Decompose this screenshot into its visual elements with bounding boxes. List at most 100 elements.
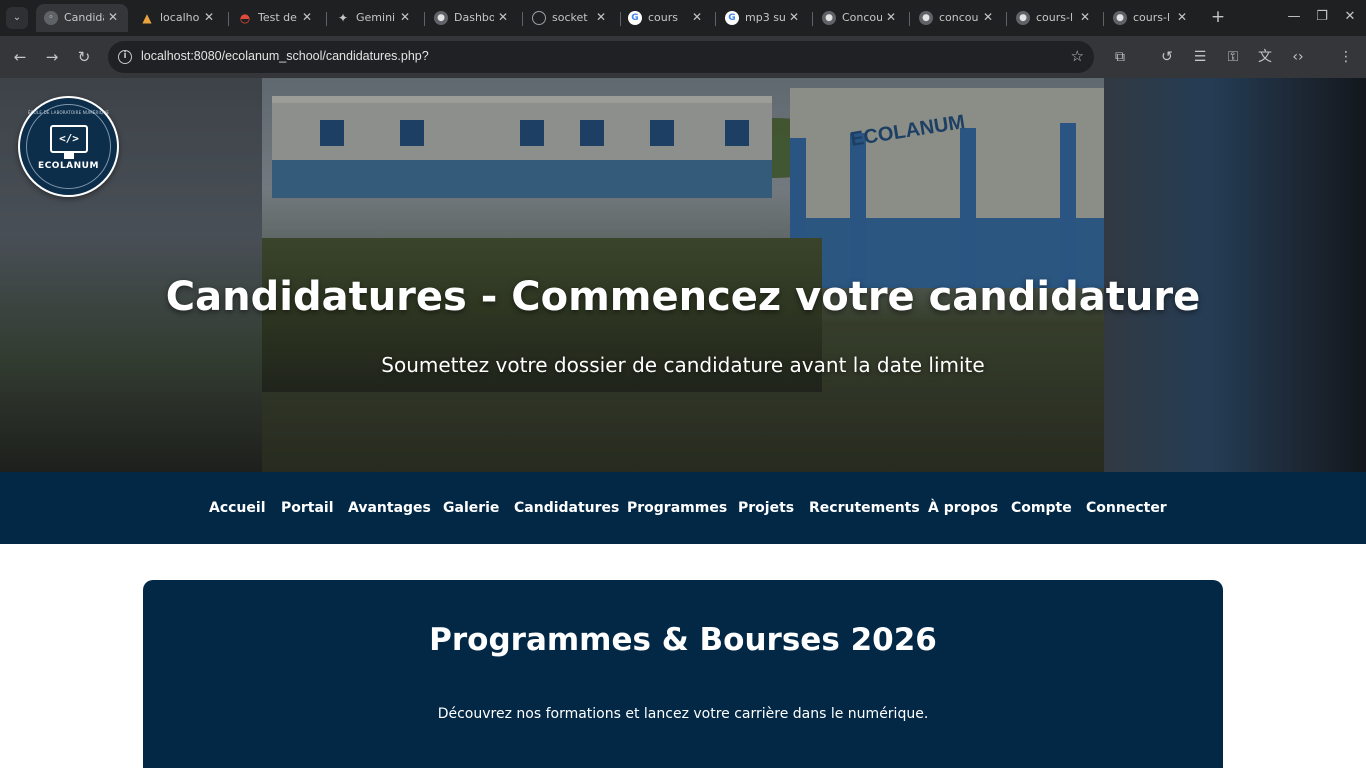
speedometer-icon: ◓: [239, 11, 251, 25]
tab-title: mp3 su: [745, 11, 785, 24]
bookmark-star-icon[interactable]: ☆: [1071, 47, 1084, 65]
tab-cours[interactable]: G cours ✕: [620, 4, 712, 32]
browser-tab-strip: ⌄ ◦ Candidatures ✕ ▲ localhost ✕ ◓ Test …: [0, 0, 1366, 36]
close-tab-icon[interactable]: ✕: [300, 10, 314, 24]
password-key-icon[interactable]: ⚿: [1221, 45, 1245, 69]
google-icon: G: [628, 11, 642, 25]
nav-programmes[interactable]: Programmes: [627, 500, 727, 516]
gemini-icon: ✦: [337, 11, 349, 25]
reading-list-icon[interactable]: ☰: [1188, 45, 1212, 69]
programs-section: Programmes & Bourses 2026 Découvrez nos …: [143, 580, 1223, 768]
tab-gemini[interactable]: ✦ Gemini ✕: [328, 4, 420, 32]
tab-search-button[interactable]: ⌄: [6, 7, 28, 29]
translate-icon[interactable]: 文: [1253, 45, 1277, 69]
address-bar[interactable]: i localhost:8080/ecolanum_school/candida…: [108, 41, 1094, 73]
nav-recrutements[interactable]: Recrutements: [809, 500, 920, 516]
globe-icon: ●: [822, 11, 836, 25]
logo-brand-text: ECOLANUM: [38, 161, 99, 171]
close-window-icon[interactable]: ✕: [1339, 6, 1361, 28]
close-tab-icon[interactable]: ✕: [594, 10, 608, 24]
tab-title: cours: [648, 11, 679, 24]
tab-socket[interactable]: socket ✕: [524, 4, 616, 32]
section-text: Découvrez nos formations et lancez votre…: [437, 706, 929, 722]
hero-banner: ECOLANUM Candidatures - Commencez votre …: [0, 78, 1366, 472]
browser-toolbar: ← → ↻ i localhost:8080/ecolanum_school/c…: [0, 36, 1366, 78]
close-tab-icon[interactable]: ✕: [1175, 10, 1189, 24]
tab-cours-l-2[interactable]: ● cours-l ✕: [1105, 4, 1197, 32]
tab-separator: [228, 12, 229, 26]
nav-a-propos[interactable]: À propos: [928, 500, 998, 516]
tab-candidatures[interactable]: ◦ Candidatures ✕: [36, 4, 128, 32]
globe-icon: ●: [1113, 11, 1127, 25]
hero-title: Candidatures - Commencez votre candidatu…: [165, 274, 1201, 320]
ecolanum-logo[interactable]: ÉCOLE DE LABORATOIRE NUMÉRIQUE </> ECOLA…: [18, 96, 119, 197]
nav-projets[interactable]: Projets: [738, 500, 794, 516]
section-title: Programmes & Bourses 2026: [429, 622, 937, 658]
tab-title: cours-l: [1036, 11, 1074, 24]
new-tab-button[interactable]: +: [1208, 7, 1228, 27]
close-tab-icon[interactable]: ✕: [106, 10, 120, 24]
devtools-code-icon[interactable]: ‹›: [1286, 45, 1310, 69]
history-icon[interactable]: ↺: [1155, 45, 1179, 69]
hero-subtitle: Soumettez votre dossier de candidature a…: [381, 353, 985, 377]
tab-title: Candidatures: [64, 11, 104, 24]
nav-compte[interactable]: Compte: [1011, 500, 1072, 516]
globe-icon: ●: [1016, 11, 1030, 25]
tab-separator: [522, 12, 523, 26]
forward-icon[interactable]: →: [40, 45, 64, 69]
close-tab-icon[interactable]: ✕: [884, 10, 898, 24]
tab-separator: [812, 12, 813, 26]
tab-cours-l[interactable]: ● cours-l ✕: [1008, 4, 1100, 32]
close-tab-icon[interactable]: ✕: [787, 10, 801, 24]
tab-title: socket: [552, 11, 588, 24]
logo-arc-text: ÉCOLE DE LABORATOIRE NUMÉRIQUE: [27, 110, 110, 115]
tab-title: Test de: [258, 11, 297, 24]
main-nav: Accueil Portail Avantages Galerie Candid…: [0, 472, 1366, 544]
tab-separator: [1006, 12, 1007, 26]
extensions-icon[interactable]: ⧉: [1108, 45, 1132, 69]
reload-icon[interactable]: ↻: [72, 45, 96, 69]
google-icon: G: [725, 11, 739, 25]
tab-concours-2[interactable]: ● concours ✕: [911, 4, 1003, 32]
minimize-icon[interactable]: —: [1283, 6, 1305, 28]
tab-localhost[interactable]: ▲ localhost ✕: [132, 4, 224, 32]
page-icon: ◦: [44, 11, 58, 25]
tab-title: Dashboard: [454, 11, 494, 24]
tab-separator: [424, 12, 425, 26]
close-tab-icon[interactable]: ✕: [496, 10, 510, 24]
monitor-code-icon: </>: [50, 125, 88, 153]
notion-icon: [532, 11, 546, 25]
close-tab-icon[interactable]: ✕: [981, 10, 995, 24]
site-info-icon[interactable]: i: [118, 50, 132, 64]
tab-separator: [715, 12, 716, 26]
nav-accueil[interactable]: Accueil: [209, 500, 266, 516]
close-tab-icon[interactable]: ✕: [398, 10, 412, 24]
tab-dashboard[interactable]: ● Dashboard ✕: [426, 4, 518, 32]
globe-icon: ●: [434, 11, 448, 25]
tab-separator: [1103, 12, 1104, 26]
tab-title: Gemini: [356, 11, 396, 24]
nav-candidatures[interactable]: Candidatures: [514, 500, 619, 516]
globe-icon: ●: [919, 11, 933, 25]
close-tab-icon[interactable]: ✕: [690, 10, 704, 24]
menu-kebab-icon[interactable]: ⋮: [1334, 45, 1358, 69]
nav-connecter[interactable]: Connecter: [1086, 500, 1167, 516]
tab-separator: [326, 12, 327, 26]
monitor-stand: [64, 153, 74, 159]
tab-title: localhost: [160, 11, 200, 24]
nav-avantages[interactable]: Avantages: [348, 500, 431, 516]
nav-portail[interactable]: Portail: [281, 500, 334, 516]
tab-separator: [909, 12, 910, 26]
back-icon[interactable]: ←: [8, 45, 32, 69]
tab-title: concours: [939, 11, 979, 24]
tab-test[interactable]: ◓ Test de ✕: [230, 4, 322, 32]
url-text[interactable]: localhost:8080/ecolanum_school/candidatu…: [141, 49, 429, 63]
nav-galerie[interactable]: Galerie: [443, 500, 499, 516]
tab-concours[interactable]: ● Concours ✕: [814, 4, 906, 32]
close-tab-icon[interactable]: ✕: [202, 10, 216, 24]
close-tab-icon[interactable]: ✕: [1078, 10, 1092, 24]
tab-title: Concours: [842, 11, 882, 24]
tab-mp3[interactable]: G mp3 su ✕: [717, 4, 809, 32]
restore-icon[interactable]: ❐: [1311, 6, 1333, 28]
tab-title: cours-l: [1133, 11, 1171, 24]
